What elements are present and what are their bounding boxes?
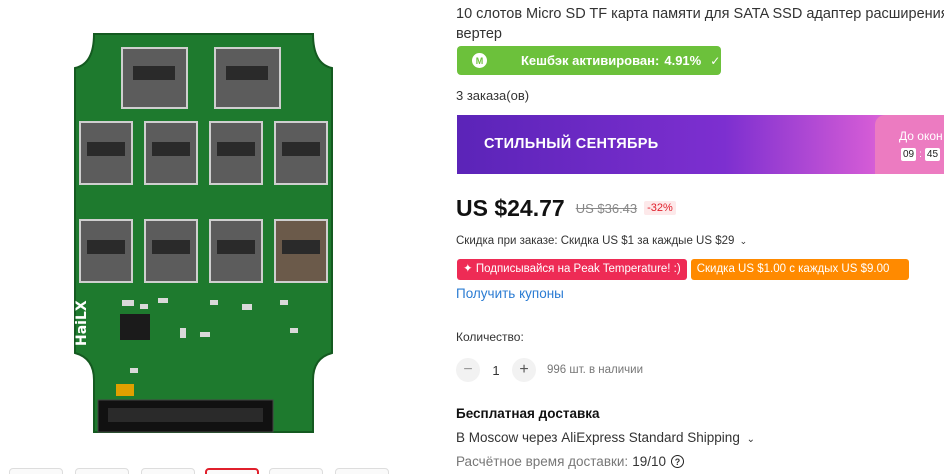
promo-banner-text: СТИЛЬНЫЙ СЕНТЯБРЬ (484, 136, 659, 152)
product-title: 10 слотов Micro SD TF карта памяти для S… (456, 6, 944, 42)
timer-minutes: 45 (924, 148, 941, 161)
promo-banner[interactable]: СТИЛЬНЫЙ СЕНТЯБРЬ До окон 09 : 45 (457, 115, 944, 174)
timer-hours: 09 (901, 148, 917, 161)
deal-tag[interactable]: Скидка US $1.00 с каждых US $9.00 (690, 259, 909, 280)
discount-badge: -32% (644, 201, 676, 215)
thumbnail[interactable] (269, 468, 323, 474)
shipping-route-dropdown[interactable]: В Moscow через AliExpress Standard Shipp… (456, 430, 755, 445)
quantity-value[interactable]: 1 (480, 363, 512, 378)
product-gallery: HaiLX (0, 0, 440, 474)
chevron-down-icon: ⌄ (739, 236, 748, 246)
shipping-eta-value: 19/10 (632, 454, 666, 469)
board-brand-label: HaiLX (74, 300, 90, 346)
cashback-logo-icon: M (472, 53, 487, 68)
shipping-eta: Расчётное время доставки: 19/10 ? (456, 454, 684, 469)
product-info: 10 слотов Micro SD TF карта памяти для S… (456, 0, 944, 474)
shipping-eta-label: Расчётное время доставки: (456, 454, 629, 469)
cashback-value: 4.91% (664, 53, 702, 68)
quantity-decrease-button[interactable]: − (456, 358, 480, 382)
shipping-route-text: В Moscow через AliExpress Standard Shipp… (456, 430, 740, 445)
cashback-label: Кешбэк активирован: (521, 53, 660, 68)
controller-chip (120, 314, 150, 340)
get-coupons-link[interactable]: Получить купоны (456, 286, 564, 301)
thumbnail-strip (0, 464, 440, 474)
thumbnail-active[interactable] (205, 468, 259, 474)
check-icon: ✓ (710, 53, 721, 68)
thumbnail[interactable] (141, 468, 195, 474)
order-discount-text: Скидка при заказе: Скидка US $1 за кажды… (456, 235, 735, 247)
thumbnail[interactable] (75, 468, 129, 474)
tantalum-capacitor (116, 384, 134, 396)
help-icon[interactable]: ? (670, 455, 684, 468)
current-price: US $24.77 (456, 194, 565, 221)
stock-count: 996 шт. в наличии (547, 364, 644, 376)
subscribe-tag[interactable]: ✦ Подписывайся на Peak Temperature! :) (457, 259, 687, 280)
thumbnail[interactable] (9, 468, 63, 474)
thumbnail[interactable] (335, 468, 389, 474)
quantity-stepper: − 1 + 996 шт. в наличии (456, 358, 643, 382)
promo-countdown-box (875, 115, 944, 174)
cashback-badge[interactable]: M Кешбэк активирован: 4.91% ✓ (457, 46, 721, 75)
promo-tags: ✦ Подписывайся на Peak Temperature! :) С… (457, 259, 909, 280)
chevron-down-icon: ⌄ (746, 434, 755, 445)
promo-countdown-timer: 09 : 45 (901, 148, 941, 161)
promo-countdown-label: До окон (899, 129, 943, 143)
shipping-title: Бесплатная доставка (456, 406, 600, 421)
order-discount-dropdown[interactable]: Скидка при заказе: Скидка US $1 за кажды… (456, 235, 747, 247)
old-price: US $36.43 (575, 200, 638, 216)
quantity-increase-button[interactable]: + (512, 358, 536, 382)
quantity-label: Количество: (456, 330, 524, 344)
price-row: US $24.77 US $36.43 -32% (456, 193, 676, 223)
product-image[interactable]: HaiLX (60, 28, 345, 436)
orders-count: 3 заказа(ов) (456, 88, 530, 103)
